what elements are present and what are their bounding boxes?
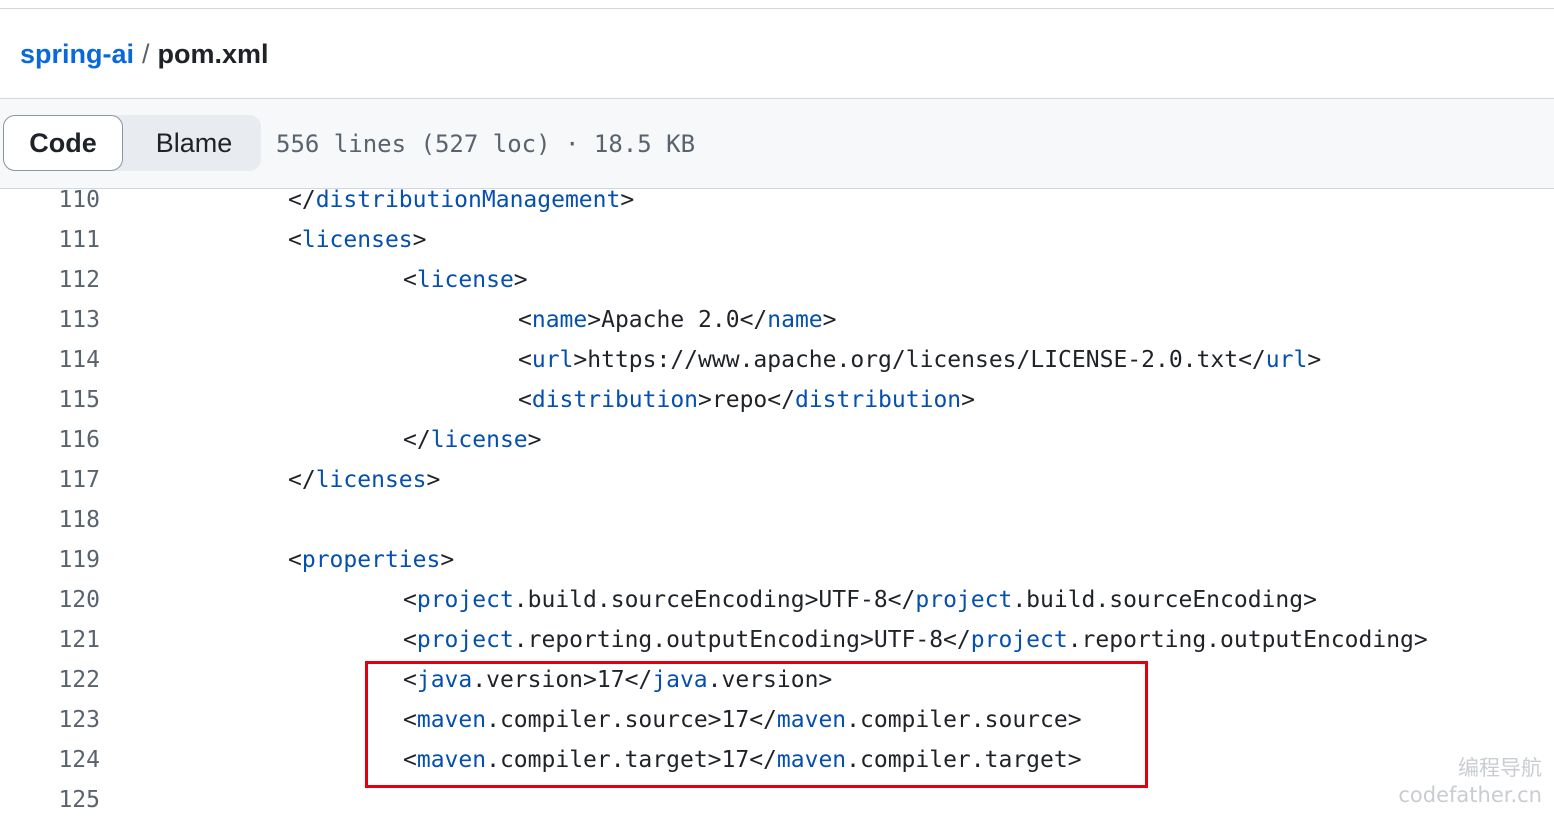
code-line: 113 <name>Apache 2.0</name> xyxy=(0,300,1554,340)
code-text: < xyxy=(288,547,302,573)
line-number[interactable]: 110 xyxy=(0,189,100,220)
line-code: <licenses> xyxy=(288,220,427,260)
code-line: 111 <licenses> xyxy=(0,220,1554,260)
line-number[interactable]: 125 xyxy=(0,780,100,820)
code-text: > xyxy=(513,267,528,293)
line-number[interactable]: 124 xyxy=(0,740,100,780)
line-number[interactable]: 117 xyxy=(0,460,100,500)
code-text: > xyxy=(961,387,975,413)
file-toolbar: Code Blame 556 lines (527 loc) · 18.5 KB xyxy=(0,99,1554,189)
code-line: 119 <properties> xyxy=(0,540,1554,580)
code-text: > xyxy=(527,427,542,453)
line-number[interactable]: 114 xyxy=(0,340,100,380)
code-text: .reporting.outputEncoding> xyxy=(1067,627,1428,653)
code-text: < xyxy=(403,267,417,293)
code-line: 116 </license> xyxy=(0,420,1554,460)
code-text: .build.sourceEncoding>UTF-8</ xyxy=(513,587,916,613)
code-text: < xyxy=(518,387,532,413)
code-text: </ xyxy=(403,427,431,453)
code-text: < xyxy=(518,307,532,333)
xml-tag-name: project xyxy=(915,587,1013,613)
line-number[interactable]: 115 xyxy=(0,380,100,420)
file-info: 556 lines (527 loc) · 18.5 KB xyxy=(276,130,696,158)
code-line: 121 <project.reporting.outputEncoding>UTF… xyxy=(0,620,1554,660)
code-text: > xyxy=(426,467,441,493)
code-line: 115 <distribution>repo</distribution> xyxy=(0,380,1554,420)
code-text: < xyxy=(403,627,417,653)
xml-tag-name: licenses xyxy=(301,227,413,253)
code-line: 114 <url>https://www.apache.org/licenses/… xyxy=(0,340,1554,380)
code-text: >Apache 2.0</ xyxy=(587,307,768,333)
code-text: > xyxy=(412,227,427,253)
xml-tag-name: project xyxy=(416,627,514,653)
code-line: 112 <license> xyxy=(0,260,1554,300)
line-code: <project.reporting.outputEncoding>UTF-8<… xyxy=(403,620,1428,660)
line-number[interactable]: 122 xyxy=(0,660,100,700)
xml-tag-name: url xyxy=(1265,347,1308,373)
xml-tag-name: properties xyxy=(301,547,441,573)
line-number[interactable]: 121 xyxy=(0,620,100,660)
line-number[interactable]: 123 xyxy=(0,700,100,740)
code-text: >https://www.apache.org/licenses/LICENSE… xyxy=(573,347,1266,373)
line-number[interactable]: 116 xyxy=(0,420,100,460)
xml-tag-name: license xyxy=(416,267,514,293)
breadcrumb-separator: / xyxy=(142,39,150,69)
code-line: 117 </licenses> xyxy=(0,460,1554,500)
code-text: < xyxy=(518,347,532,373)
line-code: <properties> xyxy=(288,540,454,580)
code-text: > xyxy=(620,189,635,213)
line-number[interactable]: 111 xyxy=(0,220,100,260)
code-text: .reporting.outputEncoding>UTF-8</ xyxy=(513,627,971,653)
code-view-button[interactable]: Code xyxy=(3,115,123,171)
line-number[interactable]: 112 xyxy=(0,260,100,300)
xml-tag-name: license xyxy=(430,427,528,453)
code-text: >repo</ xyxy=(698,387,795,413)
line-code: <url>https://www.apache.org/licenses/LIC… xyxy=(518,340,1321,380)
line-number[interactable]: 113 xyxy=(0,300,100,340)
xml-tag-name: name xyxy=(531,307,588,333)
line-code: <name>Apache 2.0</name> xyxy=(518,300,837,340)
highlight-annotation-box xyxy=(365,661,1148,788)
line-number[interactable]: 118 xyxy=(0,500,100,540)
code-text: < xyxy=(403,587,417,613)
code-text: > xyxy=(1307,347,1322,373)
code-line: 110 </distributionManagement> xyxy=(0,189,1554,220)
breadcrumb: spring-ai / pom.xml xyxy=(20,39,269,69)
view-mode-toggle: Code Blame xyxy=(3,115,261,171)
watermark-title: 编程导航 xyxy=(1458,756,1542,780)
line-code: <license> xyxy=(403,260,528,300)
watermark-url: codefather.cn xyxy=(1398,783,1542,807)
code-text: </ xyxy=(288,189,316,213)
code-text: > xyxy=(822,307,837,333)
xml-tag-name: distribution xyxy=(531,387,699,413)
xml-tag-name: url xyxy=(531,347,574,373)
code-line: 118 xyxy=(0,500,1554,540)
breadcrumb-repo-link[interactable]: spring-ai xyxy=(20,39,134,69)
code-text: < xyxy=(288,227,302,253)
line-code: <project.build.sourceEncoding>UTF-8</pro… xyxy=(403,580,1317,620)
xml-tag-name: distributionManagement xyxy=(315,189,621,213)
code-text: > xyxy=(440,547,455,573)
line-number[interactable]: 120 xyxy=(0,580,100,620)
line-code: <distribution>repo</distribution> xyxy=(518,380,975,420)
breadcrumb-file-name: pom.xml xyxy=(157,39,269,69)
xml-tag-name: project xyxy=(416,587,514,613)
code-line: 120 <project.build.sourceEncoding>UTF-8</… xyxy=(0,580,1554,620)
xml-tag-name: distribution xyxy=(794,387,962,413)
file-header: spring-ai / pom.xml xyxy=(0,9,1554,99)
code-text: .build.sourceEncoding> xyxy=(1012,587,1317,613)
line-code: </license> xyxy=(403,420,542,460)
blame-view-button[interactable]: Blame xyxy=(127,115,261,171)
line-code: </distributionManagement> xyxy=(288,189,634,220)
line-number[interactable]: 119 xyxy=(0,540,100,580)
line-code: </licenses> xyxy=(288,460,440,500)
xml-tag-name: project xyxy=(970,627,1068,653)
xml-tag-name: name xyxy=(767,307,823,333)
xml-tag-name: licenses xyxy=(315,467,427,493)
code-text: </ xyxy=(288,467,316,493)
